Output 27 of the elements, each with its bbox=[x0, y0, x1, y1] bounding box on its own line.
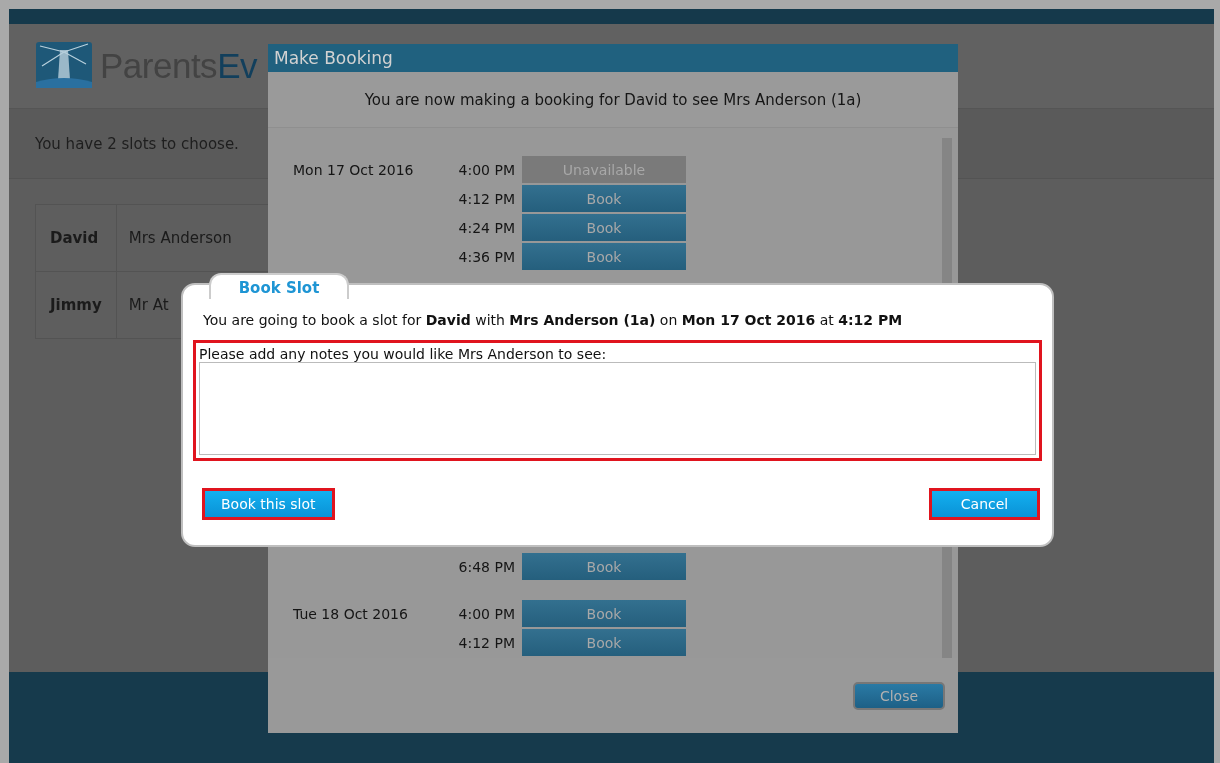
slot-date: Mon 17 Oct 2016 bbox=[293, 161, 415, 178]
slot-time: 6:48 PM bbox=[457, 558, 516, 575]
book-button[interactable]: Book bbox=[522, 243, 686, 270]
lighthouse-logo-icon bbox=[36, 42, 92, 90]
book-button[interactable]: Book bbox=[522, 629, 686, 656]
book-button[interactable]: Book bbox=[522, 185, 686, 212]
slot-time: 4:24 PM bbox=[457, 219, 516, 236]
cancel-button[interactable]: Cancel bbox=[932, 491, 1037, 517]
slot-time: 4:12 PM bbox=[457, 634, 516, 651]
slots-notice: You have 2 slots to choose. bbox=[35, 134, 239, 153]
book-this-slot-button[interactable]: Book this slot bbox=[205, 491, 332, 517]
booking-intro: You are now making a booking for David to see Mrs Anderson (1a) bbox=[364, 90, 862, 109]
book-button[interactable]: Book bbox=[522, 214, 686, 241]
slot-time: 4:00 PM bbox=[457, 161, 516, 178]
close-button[interactable]: Close bbox=[853, 681, 945, 710]
modal-title: Make Booking bbox=[268, 44, 958, 72]
slot-time: 4:12 PM bbox=[457, 190, 516, 207]
dialog-tab[interactable]: Book Slot bbox=[209, 273, 349, 299]
notes-field[interactable] bbox=[199, 362, 1036, 455]
book-button[interactable]: Book bbox=[522, 600, 686, 627]
student-name: Jimmy bbox=[35, 271, 117, 339]
slot-date: Tue 18 Oct 2016 bbox=[293, 605, 409, 622]
student-name: David bbox=[35, 204, 117, 272]
notes-label: Please add any notes you would like Mrs Anderson to see: bbox=[199, 346, 608, 362]
slot-time: 4:36 PM bbox=[457, 248, 516, 265]
slot-time: 4:00 PM bbox=[457, 605, 516, 622]
book-button[interactable]: Book bbox=[522, 553, 686, 580]
